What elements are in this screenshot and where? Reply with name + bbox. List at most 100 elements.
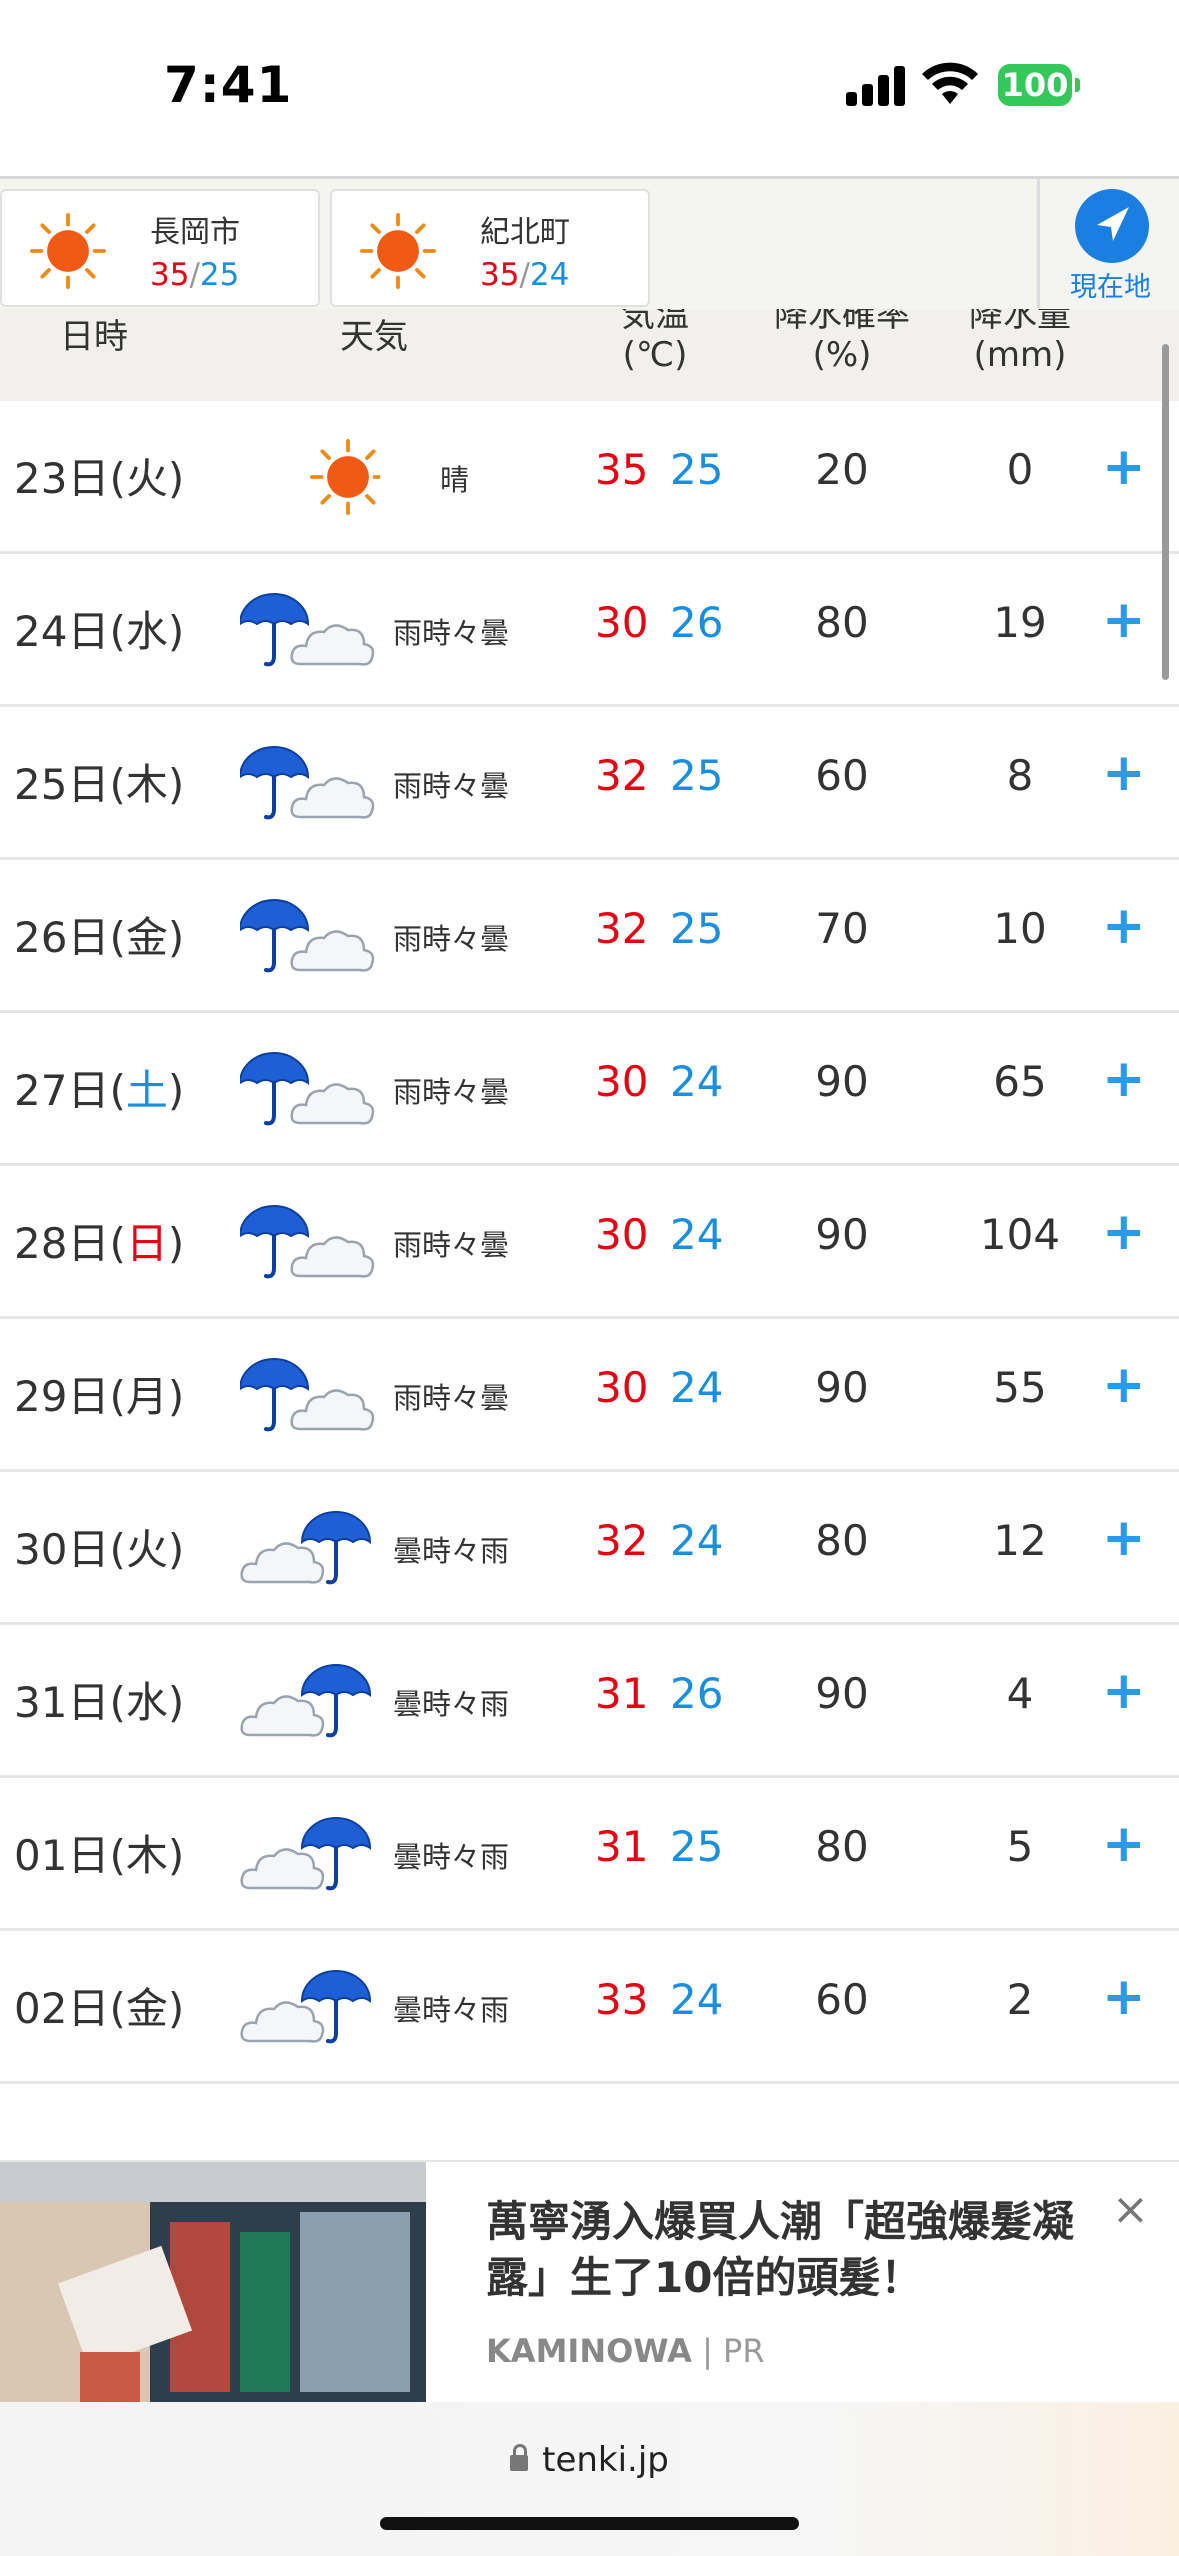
expand-plus-icon[interactable]: + bbox=[1102, 437, 1146, 497]
low-temp: 24 bbox=[670, 1975, 724, 2024]
location-temps: 35/24 bbox=[480, 257, 570, 293]
rain-then-cloud-icon bbox=[240, 746, 375, 820]
ad-title[interactable]: 萬寧湧入爆買人潮「超強爆髮凝露」生了10倍的頭髮！ bbox=[486, 2194, 1106, 2306]
ad-image[interactable] bbox=[0, 2162, 426, 2402]
forecast-row[interactable]: 24日(水) 雨時々曇 30 26 80 19 + bbox=[0, 554, 1179, 707]
ad-pr-label: PR bbox=[723, 2332, 765, 2370]
forecast-date: 24日(水) bbox=[14, 598, 184, 659]
high-temp: 35 bbox=[150, 257, 190, 293]
low-temp: 24 bbox=[670, 1057, 724, 1106]
weather-text: 曇時々雨 bbox=[393, 1993, 510, 2027]
expand-plus-icon[interactable]: + bbox=[1102, 1049, 1146, 1109]
current-location-button[interactable]: 現在地 bbox=[1037, 179, 1179, 309]
precip-probability: 90 bbox=[815, 1057, 869, 1106]
weekday-label: 金 bbox=[125, 1984, 168, 2033]
low-temp: 24 bbox=[529, 257, 570, 293]
precip-amount: 4 bbox=[1006, 1669, 1034, 1718]
weather-text: 曇時々雨 bbox=[393, 1534, 510, 1568]
low-temp: 26 bbox=[670, 1669, 724, 1718]
close-icon[interactable]: × bbox=[1112, 2184, 1149, 2235]
precip-probability: 80 bbox=[815, 598, 869, 647]
paren-open: ( bbox=[109, 760, 126, 809]
lock-icon bbox=[510, 2444, 529, 2471]
col-prob-line2: (%) bbox=[812, 335, 872, 375]
rain-then-cloud-icon bbox=[240, 1205, 375, 1279]
forecast-date: 30日(火) bbox=[14, 1516, 184, 1577]
paren-open: ( bbox=[109, 913, 126, 962]
weather-text: 雨時々曇 bbox=[393, 769, 510, 803]
precip-amount: 10 bbox=[993, 904, 1047, 953]
forecast-row[interactable]: 30日(火) 曇時々雨 32 24 80 12 + bbox=[0, 1472, 1179, 1625]
col-prob: 降水確率 (%) bbox=[762, 309, 922, 375]
paren-close: ) bbox=[167, 1678, 185, 1727]
high-temp: 32 bbox=[595, 751, 649, 800]
high-temp: 30 bbox=[595, 1057, 649, 1106]
rain-then-cloud-icon bbox=[240, 899, 375, 973]
expand-plus-icon[interactable]: + bbox=[1102, 743, 1146, 803]
browser-address-bar[interactable]: tenki.jp bbox=[0, 2402, 1179, 2556]
expand-plus-icon[interactable]: + bbox=[1102, 1508, 1146, 1568]
expand-plus-icon[interactable]: + bbox=[1102, 1202, 1146, 1262]
day-label: 28日 bbox=[14, 1219, 110, 1268]
expand-plus-icon[interactable]: + bbox=[1102, 590, 1146, 650]
expand-plus-icon[interactable]: + bbox=[1102, 1967, 1146, 2027]
expand-plus-icon[interactable]: + bbox=[1102, 1661, 1146, 1721]
forecast-row[interactable]: 01日(木) 曇時々雨 31 25 80 5 + bbox=[0, 1778, 1179, 1931]
url-text: tenki.jp bbox=[542, 2440, 669, 2480]
expand-plus-icon[interactable]: + bbox=[1102, 896, 1146, 956]
weather-text: 晴 bbox=[440, 463, 470, 497]
forecast-date: 28日(日) bbox=[14, 1210, 184, 1271]
col-temp-line2: (℃) bbox=[622, 335, 688, 375]
high-temp: 32 bbox=[595, 904, 649, 953]
ad-banner[interactable]: 萬寧湧入爆買人潮「超強爆髮凝露」生了10倍的頭髮！ KAMINOWA | PR … bbox=[0, 2160, 1179, 2404]
sunny-icon bbox=[30, 213, 106, 289]
cloud-then-rain-icon bbox=[240, 1970, 372, 2044]
location-card-nagaoka[interactable]: 長岡市 35/25 bbox=[0, 189, 320, 307]
weekday-label: 火 bbox=[125, 1525, 168, 1574]
forecast-row[interactable]: 02日(金) 曇時々雨 33 24 60 2 + bbox=[0, 1931, 1179, 2084]
paren-close: ) bbox=[167, 913, 185, 962]
paren-close: ) bbox=[167, 760, 185, 809]
paren-open: ( bbox=[109, 454, 126, 503]
scrollbar[interactable] bbox=[1162, 344, 1169, 680]
col-temp: 気温 (℃) bbox=[600, 309, 710, 375]
weather-text: 雨時々曇 bbox=[393, 616, 510, 650]
paren-close: ) bbox=[167, 1984, 185, 2033]
weather-text: 雨時々曇 bbox=[393, 1381, 510, 1415]
low-temp: 25 bbox=[670, 445, 724, 494]
weekday-label: 木 bbox=[125, 1831, 168, 1880]
weekday-label: 日 bbox=[125, 1219, 168, 1268]
precip-amount: 8 bbox=[1006, 751, 1034, 800]
forecast-date: 29日(月) bbox=[14, 1363, 184, 1424]
battery-tip bbox=[1075, 78, 1080, 92]
home-indicator[interactable] bbox=[380, 2517, 799, 2530]
low-temp: 25 bbox=[670, 1822, 724, 1871]
rain-then-cloud-icon bbox=[240, 1052, 375, 1126]
weekday-label: 木 bbox=[125, 760, 168, 809]
url-display[interactable]: tenki.jp bbox=[0, 2440, 1179, 2480]
forecast-row[interactable]: 29日(月) 雨時々曇 30 24 90 55 + bbox=[0, 1319, 1179, 1472]
expand-plus-icon[interactable]: + bbox=[1102, 1355, 1146, 1415]
precip-probability: 80 bbox=[815, 1516, 869, 1565]
forecast-row[interactable]: 28日(日) 雨時々曇 30 24 90 104 + bbox=[0, 1166, 1179, 1319]
day-label: 25日 bbox=[14, 760, 110, 809]
location-temps: 35/25 bbox=[150, 257, 240, 293]
sunny-icon bbox=[360, 213, 436, 289]
forecast-row[interactable]: 23日(火) 晴 35 25 20 0 + bbox=[0, 401, 1179, 554]
expand-plus-icon[interactable]: + bbox=[1102, 1814, 1146, 1874]
forecast-date: 02日(金) bbox=[14, 1975, 184, 2036]
forecast-row[interactable]: 26日(金) 雨時々曇 32 25 70 10 + bbox=[0, 860, 1179, 1013]
location-bar: 長岡市 35/25 紀北町 35/24 現在地 bbox=[0, 179, 1179, 309]
ad-divider: | bbox=[702, 2332, 713, 2370]
forecast-row[interactable]: 27日(土) 雨時々曇 30 24 90 65 + bbox=[0, 1013, 1179, 1166]
location-card-kihoku[interactable]: 紀北町 35/24 bbox=[330, 189, 650, 307]
high-temp: 33 bbox=[595, 1975, 649, 2024]
forecast-row[interactable]: 25日(木) 雨時々曇 32 25 60 8 + bbox=[0, 707, 1179, 860]
low-temp: 24 bbox=[670, 1363, 724, 1412]
paren-open: ( bbox=[109, 1984, 126, 2033]
forecast-row[interactable]: 31日(水) 曇時々雨 31 26 90 4 + bbox=[0, 1625, 1179, 1778]
precip-probability: 60 bbox=[815, 1975, 869, 2024]
day-label: 31日 bbox=[14, 1678, 110, 1727]
precip-probability: 70 bbox=[815, 904, 869, 953]
high-temp: 31 bbox=[595, 1669, 649, 1718]
